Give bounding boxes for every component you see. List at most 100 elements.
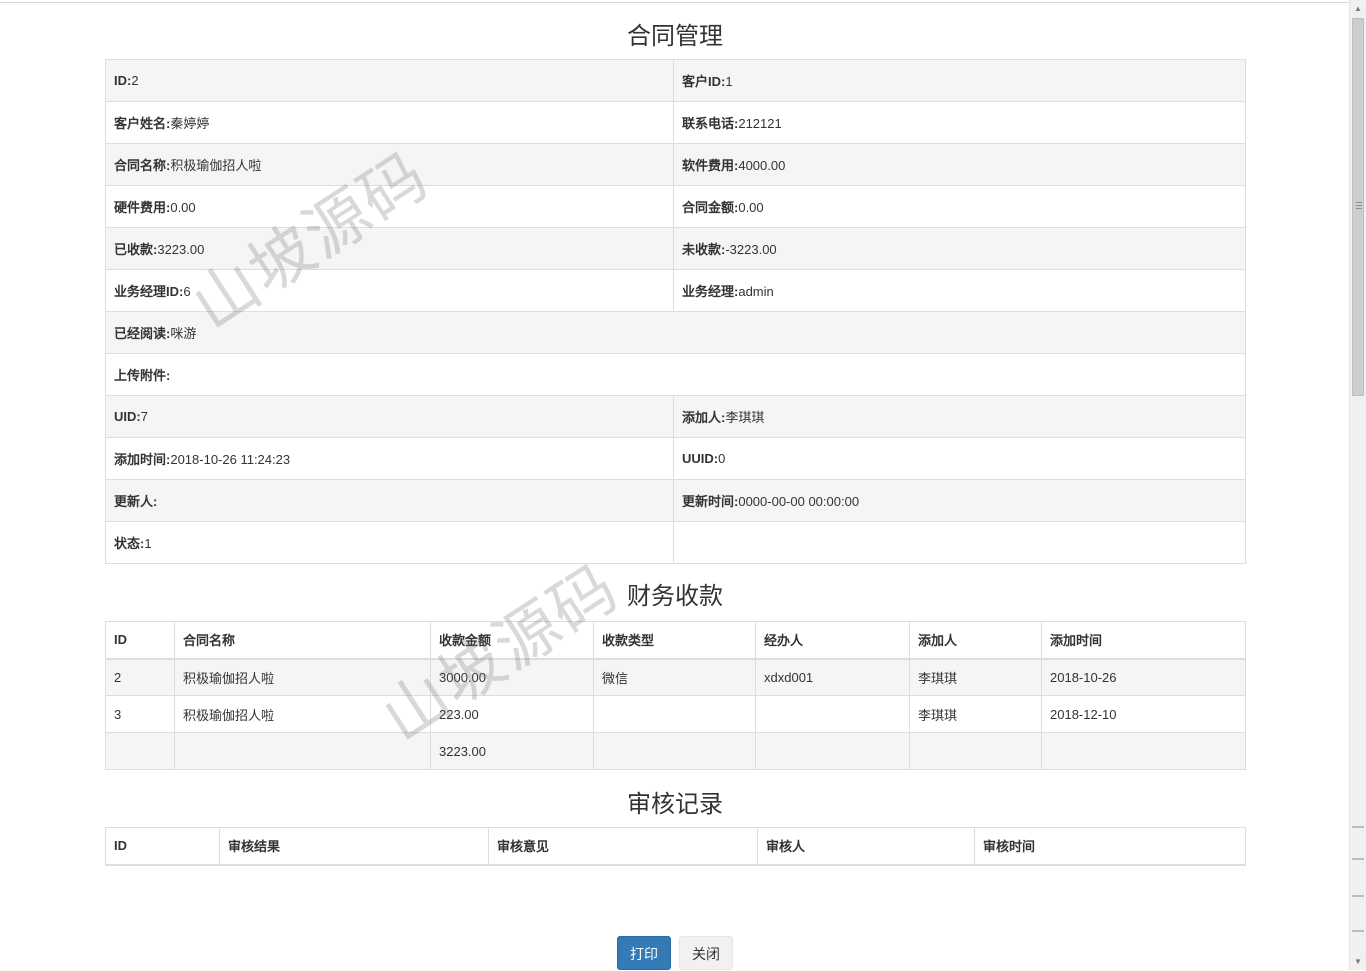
field-label: 业务经理: [682, 284, 739, 299]
table-cell [174, 732, 431, 770]
info-cell [673, 521, 1246, 564]
info-cell: 客户ID:1 [673, 59, 1246, 102]
info-cell: 上传附件: [105, 353, 1246, 396]
field-label: 未收款: [682, 242, 726, 257]
info-cell: 更新人: [105, 479, 674, 522]
field-label: 合同名称: [114, 158, 171, 173]
field-label: 联系电话: [682, 116, 739, 131]
field-value: 李琪琪 [725, 410, 765, 425]
top-border [0, 2, 1349, 3]
finance-column-header: ID [105, 621, 175, 660]
field-value: 2018-10-26 11:24:23 [170, 452, 291, 467]
info-cell: ID:2 [105, 59, 674, 102]
table-cell: 李琪琪 [909, 658, 1042, 696]
table-cell: 3223.00 [430, 732, 594, 770]
field-label: 软件费用: [682, 158, 739, 173]
info-cell: 联系电话:212121 [673, 101, 1246, 144]
info-row: 添加时间:2018-10-26 11:24:23 UUID:0 [105, 437, 1246, 480]
table-row: 3223.00 [105, 732, 1246, 770]
field-value: 1 [144, 536, 152, 551]
field-label: 更新时间: [682, 494, 739, 509]
table-cell: xdxd001 [755, 658, 910, 696]
close-button[interactable]: 关闭 [679, 936, 733, 970]
info-cell: 业务经理:admin [673, 269, 1246, 312]
field-label: UUID: [682, 451, 719, 466]
scroll-up-arrow-icon[interactable]: ▲ [1350, 0, 1366, 17]
table-cell [105, 732, 175, 770]
table-cell: 2018-10-26 [1041, 658, 1246, 696]
field-value: 7 [140, 409, 148, 424]
table-cell [593, 695, 756, 733]
scrollbar-thumb[interactable] [1352, 18, 1364, 396]
field-label: ID: [114, 73, 132, 88]
info-cell: 未收款:-3223.00 [673, 227, 1246, 270]
field-value: 4000.00 [738, 158, 786, 173]
contract-info-table: ID:2 客户ID:1 客户姓名:秦婷婷 联系电话:212121 合同名称:积极瑜伽招人… [105, 59, 1246, 564]
table-cell: 积极瑜伽招人啦 [174, 695, 431, 733]
field-label: 已收款: [114, 242, 158, 257]
table-cell [1041, 732, 1246, 770]
info-cell: 更新时间:0000-00-00 00:00:00 [673, 479, 1246, 522]
info-cell: 合同名称:积极瑜伽招人啦 [105, 143, 674, 186]
table-row: 3 积极瑜伽招人啦 223.00 李琪琪 2018-12-10 [105, 695, 1246, 733]
field-value: admin [738, 284, 774, 299]
table-cell: 2 [105, 658, 175, 696]
info-cell: UUID:0 [673, 437, 1246, 480]
info-cell: 业务经理ID:6 [105, 269, 674, 312]
finance-section-title: 财务收款 [627, 583, 723, 610]
field-value: 2 [131, 73, 139, 88]
info-cell: UID:7 [105, 395, 674, 438]
scroll-down-arrow-icon[interactable]: ▼ [1350, 953, 1366, 970]
finance-column-header: 添加时间 [1041, 621, 1246, 660]
field-label: 添加人: [682, 410, 726, 425]
finance-column-header: 添加人 [909, 621, 1042, 660]
field-label: 上传附件: [114, 368, 171, 383]
info-row: 更新人: 更新时间:0000-00-00 00:00:00 [105, 479, 1246, 522]
audit-column-header: ID [105, 827, 220, 866]
table-cell: 223.00 [430, 695, 594, 733]
finance-column-header: 经办人 [755, 621, 910, 660]
field-value: 0000-00-00 00:00:00 [738, 494, 860, 509]
field-value: 3223.00 [157, 242, 205, 257]
info-row: 合同名称:积极瑜伽招人啦 软件费用:4000.00 [105, 143, 1246, 186]
info-cell: 硬件费用:0.00 [105, 185, 674, 228]
info-cell: 合同金额:0.00 [673, 185, 1246, 228]
info-row: 上传附件: [105, 353, 1246, 396]
info-row: 已收款:3223.00 未收款:-3223.00 [105, 227, 1246, 270]
table-cell [755, 695, 910, 733]
scroll-marker [1352, 826, 1364, 828]
table-cell: 3 [105, 695, 175, 733]
field-value: 0 [718, 451, 726, 466]
table-cell [909, 732, 1042, 770]
field-label: 硬件费用: [114, 200, 171, 215]
finance-column-header: 收款金额 [430, 621, 594, 660]
vertical-scrollbar[interactable]: ▲ ▼ [1349, 0, 1366, 970]
table-cell: 2018-12-10 [1041, 695, 1246, 733]
field-label: 已经阅读: [114, 326, 171, 341]
table-cell [755, 732, 910, 770]
table-cell: 3000.00 [430, 658, 594, 696]
audit-column-header: 审核人 [757, 827, 975, 866]
scroll-marker [1352, 930, 1364, 932]
info-cell: 已收款:3223.00 [105, 227, 674, 270]
info-row: 状态:1 [105, 521, 1246, 564]
print-button[interactable]: 打印 [617, 936, 671, 970]
info-cell: 已经阅读:咪游 [105, 311, 1246, 354]
info-row: 业务经理ID:6 业务经理:admin [105, 269, 1246, 312]
info-cell: 软件费用:4000.00 [673, 143, 1246, 186]
info-row: 客户姓名:秦婷婷 联系电话:212121 [105, 101, 1246, 144]
table-cell: 微信 [593, 658, 756, 696]
table-row: 2 积极瑜伽招人啦 3000.00 微信 xdxd001 李琪琪 2018-10-26 [105, 658, 1246, 696]
field-value: 0.00 [170, 200, 196, 215]
finance-table: ID 合同名称 收款金额 收款类型 经办人 添加人 添加时间 2 积极瑜伽招人啦 3000.00… [105, 621, 1246, 770]
field-label: UID: [114, 409, 141, 424]
field-label: 合同金额: [682, 200, 739, 215]
scroll-marker [1352, 858, 1364, 860]
field-value: 1 [725, 74, 733, 89]
scroll-marker [1352, 895, 1364, 897]
field-value: 0.00 [738, 200, 764, 215]
field-value: 6 [183, 284, 191, 299]
field-value: 212121 [738, 116, 782, 131]
field-label: 客户姓名: [114, 116, 171, 131]
info-cell: 添加时间:2018-10-26 11:24:23 [105, 437, 674, 480]
